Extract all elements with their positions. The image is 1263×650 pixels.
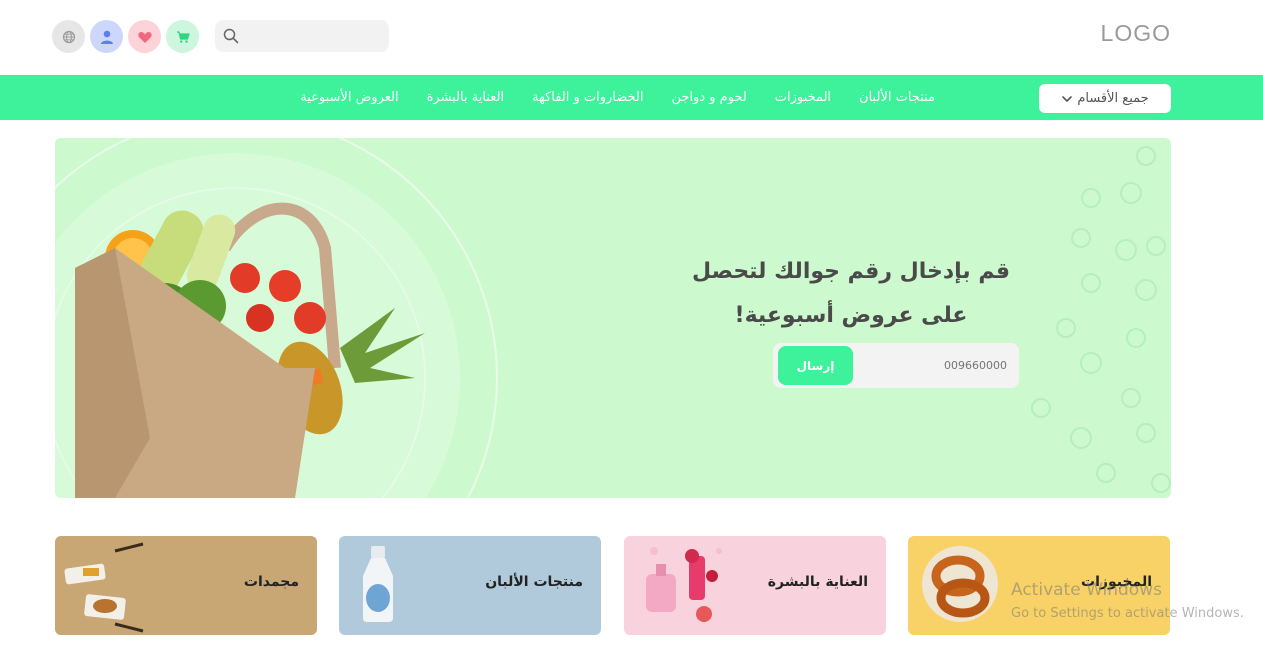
pretzel-image — [922, 546, 998, 622]
cart-button[interactable] — [166, 20, 199, 53]
hero-title-line-2: على عروض أسبوعية! — [734, 303, 968, 328]
top-header: LOGO — [0, 0, 1263, 75]
search-box[interactable] — [215, 20, 389, 52]
nav-link-skincare[interactable]: العناية بالبشرة — [427, 90, 505, 105]
globe-icon — [62, 30, 75, 43]
hero-title-line-1: قم بإدخال رقم جوالك لتحصل — [692, 259, 1010, 284]
skincare-products-image — [646, 547, 722, 622]
wishlist-button[interactable] — [128, 20, 161, 53]
grocery-bag-illustration — [55, 138, 498, 498]
phone-signup-form: إرسال — [773, 343, 1019, 388]
hero-banner: قم بإدخال رقم جوالك لتحصل على عروض أسبوع… — [55, 138, 1171, 498]
logo[interactable]: LOGO — [1101, 20, 1171, 47]
phone-input[interactable] — [877, 354, 1007, 376]
page: LOGO جميع الأقسام منتجات الألبان المخبوز… — [0, 0, 1263, 650]
watermark-title: Activate Windows — [1011, 580, 1162, 600]
all-categories-label: جميع الأقسام — [1077, 91, 1149, 106]
nav-links: منتجات الألبان المخبوزات لحوم و دواجن ال… — [300, 75, 935, 120]
nav-link-bakery[interactable]: المخبوزات — [775, 90, 831, 105]
language-button[interactable] — [52, 20, 85, 53]
chevron-down-icon — [1062, 95, 1073, 102]
nav-link-meat[interactable]: لحوم و دواجن — [672, 90, 747, 105]
category-label: منتجات الألبان — [485, 574, 583, 590]
search-icon — [223, 28, 239, 44]
activate-windows-watermark: Activate Windows Go to Settings to activ… — [1011, 580, 1244, 621]
frozen-food-image — [64, 542, 144, 633]
account-button[interactable] — [90, 20, 123, 53]
user-icon — [100, 30, 113, 44]
nav-link-weekly-offers[interactable]: العروض الأسبوعية — [300, 90, 398, 105]
search-input[interactable] — [245, 24, 383, 48]
category-card-dairy[interactable]: منتجات الألبان — [339, 536, 601, 635]
category-label: العناية بالبشرة — [767, 574, 868, 590]
nav-link-dairy[interactable]: منتجات الألبان — [859, 90, 935, 105]
nav-link-produce[interactable]: الخضاروات و الفاكهة — [532, 90, 643, 105]
milk-bottle-image — [363, 546, 393, 622]
send-button[interactable]: إرسال — [778, 346, 853, 385]
category-label: مجمدات — [243, 574, 299, 590]
category-nav: جميع الأقسام منتجات الألبان المخبوزات لح… — [0, 75, 1263, 120]
hero-title: قم بإدخال رقم جوالك لتحصل على عروض أسبوع… — [661, 250, 1041, 338]
category-card-frozen[interactable]: مجمدات — [55, 536, 317, 635]
category-card-skincare[interactable]: العناية بالبشرة — [624, 536, 886, 635]
all-categories-dropdown[interactable]: جميع الأقسام — [1039, 84, 1171, 113]
heart-icon — [137, 31, 152, 43]
cart-icon — [176, 30, 190, 43]
watermark-subtitle: Go to Settings to activate Windows. — [1011, 606, 1244, 621]
